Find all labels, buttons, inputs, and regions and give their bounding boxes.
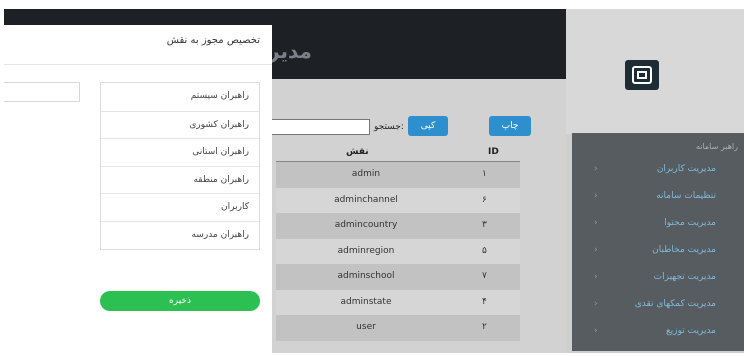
- table-row[interactable]: adminstate ۴: [276, 289, 520, 315]
- sidebar-item-label: مدیریت کمکهای نقدی: [634, 299, 716, 309]
- cell-id: ۵: [482, 245, 487, 256]
- sidebar-menu: راهبر سامانه مدیریت کاربران › تنظیمات سا…: [572, 133, 744, 351]
- cell-role: user: [356, 322, 376, 332]
- chevron-icon: ›: [594, 272, 598, 282]
- print-button[interactable]: چاپ: [489, 116, 531, 136]
- chevron-icon: ›: [594, 164, 598, 174]
- permission-input[interactable]: [4, 82, 80, 102]
- cell-id: ۲: [482, 322, 487, 332]
- save-button[interactable]: ذخیره: [100, 291, 260, 311]
- logo-area: [566, 9, 744, 134]
- cell-role: admincountry: [334, 220, 398, 230]
- chevron-icon: ›: [594, 245, 598, 255]
- sidebar-item-label: مدیریت توزیع: [665, 326, 716, 336]
- page-title: مدیر: [268, 39, 312, 63]
- sidebar-item-content[interactable]: مدیریت محتوا ›: [572, 211, 744, 237]
- role-item-label: راهبران منطقه: [193, 174, 249, 185]
- assign-permission-modal: تخصیص مجوز به نقش راهبران سیستم راهبران …: [4, 25, 272, 353]
- save-button-label: ذخیره: [169, 296, 191, 306]
- chevron-icon: ›: [594, 299, 598, 309]
- table-row[interactable]: user ۲: [276, 315, 520, 341]
- table-row[interactable]: adminchannel ۶: [276, 187, 520, 213]
- sidebar-item-equipment[interactable]: مدیریت تجهیزات ›: [572, 265, 744, 291]
- sidebar-item-audience[interactable]: مدیریت مخاطبان ›: [572, 238, 744, 264]
- role-item-country-admins[interactable]: راهبران کشوری: [101, 110, 259, 139]
- column-header-id[interactable]: ID: [488, 147, 499, 157]
- table-row[interactable]: admin ۱: [276, 162, 520, 188]
- app-window: مدیر راهبر سامانه مدیریت کاربران › تنظیم…: [4, 9, 744, 353]
- role-item-label: کاربران: [221, 202, 249, 213]
- table-row[interactable]: adminschool ۷: [276, 264, 520, 290]
- copy-button[interactable]: کپی: [408, 116, 448, 136]
- table-row[interactable]: admincountry ۳: [276, 213, 520, 239]
- brand-logo-icon[interactable]: [625, 60, 659, 90]
- chevron-icon: ›: [594, 191, 598, 201]
- cell-role: adminstate: [340, 296, 392, 307]
- role-item-province-admins[interactable]: راهبران استانی: [101, 138, 259, 166]
- sidebar-item-settings[interactable]: تنظیمات سامانه ›: [572, 184, 744, 210]
- print-button-label: چاپ: [501, 121, 519, 131]
- cell-id: ۱: [482, 169, 487, 179]
- role-item-system-admins[interactable]: راهبران سیستم: [101, 83, 259, 111]
- role-item-label: راهبران مدرسه: [191, 229, 249, 240]
- cell-id: ۳: [482, 220, 487, 230]
- search-input[interactable]: [270, 119, 370, 135]
- sidebar-item-label: تنظیمات سامانه: [656, 191, 716, 201]
- role-item-label: راهبران کشوری: [189, 119, 249, 130]
- modal-title: تخصیص مجوز به نقش: [166, 35, 260, 46]
- sidebar-heading: راهبر سامانه: [695, 142, 738, 151]
- role-item-school-admins[interactable]: راهبران مدرسه: [101, 220, 259, 249]
- cell-role: adminschool: [337, 271, 395, 281]
- cell-role: adminregion: [337, 245, 395, 256]
- role-item-label: راهبران استانی: [192, 147, 249, 158]
- sidebar-item-users[interactable]: مدیریت کاربران ›: [572, 157, 744, 183]
- sidebar-item-distribution[interactable]: مدیریت توزیع ›: [572, 319, 744, 345]
- sidebar-item-label: مدیریت مخاطبان: [652, 245, 716, 255]
- cell-role: admin: [351, 169, 381, 179]
- role-item-region-admins[interactable]: راهبران منطقه: [101, 165, 259, 194]
- role-item-label: راهبران سیستم: [190, 91, 249, 101]
- chevron-icon: ›: [594, 218, 598, 228]
- modal-header: تخصیص مجوز به نقش: [4, 25, 272, 65]
- copy-button-label: کپی: [420, 121, 436, 131]
- cell-role: adminchannel: [334, 194, 398, 205]
- sidebar-item-label: مدیریت محتوا: [664, 218, 716, 228]
- sidebar-item-label: مدیریت کاربران: [656, 164, 716, 174]
- sidebar-item-label: مدیریت تجهیزات: [653, 272, 716, 282]
- column-header-role[interactable]: نقش: [346, 147, 369, 157]
- cell-id: ۷: [482, 271, 487, 281]
- cell-id: ۴: [482, 296, 487, 307]
- table-header: نقش ID: [276, 140, 520, 162]
- roles-table: نقش ID admin ۱ adminchannel ۶ admincount…: [276, 140, 520, 341]
- sidebar-item-cash-aid[interactable]: مدیریت کمکهای نقدی ›: [572, 292, 744, 318]
- role-item-users[interactable]: کاربران: [101, 193, 259, 221]
- chevron-icon: ›: [594, 326, 598, 336]
- table-row[interactable]: adminregion ۵: [276, 238, 520, 264]
- cell-id: ۶: [482, 194, 487, 205]
- search-label: جستجو:: [374, 122, 404, 132]
- role-list: راهبران سیستم راهبران کشوری راهبران استا…: [100, 82, 260, 250]
